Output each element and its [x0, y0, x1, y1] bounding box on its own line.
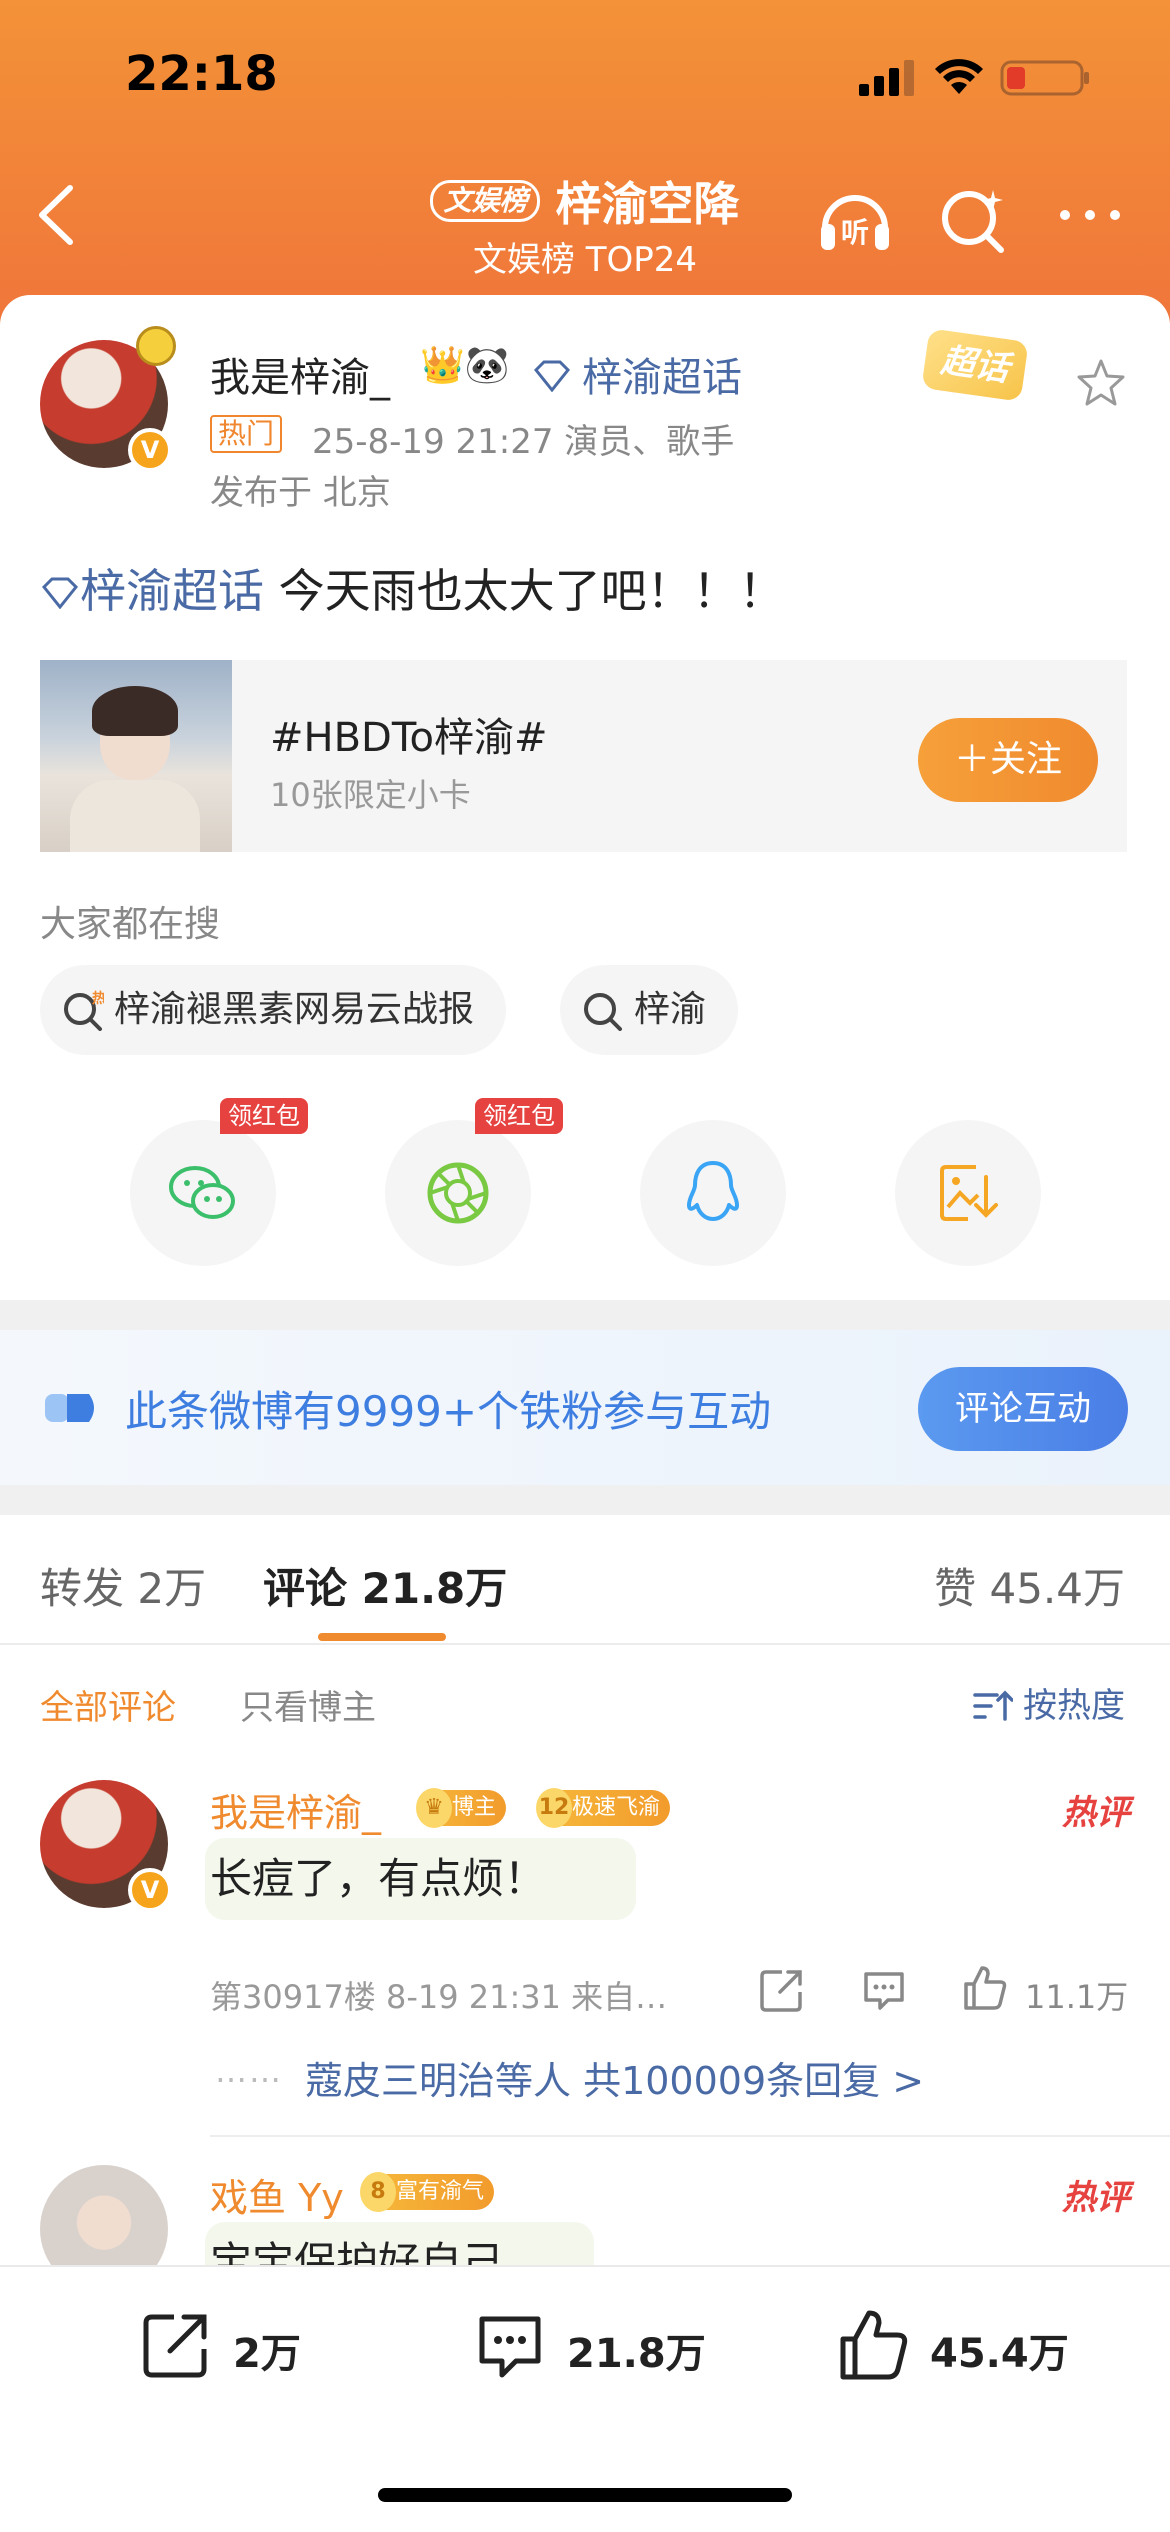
post-tabs: 转发 2万 评论 21.8万 赞 45.4万 — [0, 1515, 1170, 1645]
wifi-icon — [935, 59, 983, 94]
comment-text: 长痘了，有点烦！ — [210, 1854, 547, 1903]
search-chip-1[interactable]: 热 梓渝褪黑素网易云战报 — [40, 965, 507, 1055]
search-icon — [584, 993, 622, 1031]
hot-tag: 热门 — [210, 415, 283, 453]
listen-headphones-icon[interactable]: 听 — [815, 180, 895, 260]
header: 22:18 文娱榜 梓渝空降 文娱榜 TOP24 听 — [0, 0, 1170, 330]
search-chip-label: 梓渝 — [634, 989, 707, 1030]
sort-label: 按热度 — [1023, 1686, 1125, 1726]
topic-card[interactable]: #HBDTo梓渝# 10张限定小卡 ＋关注 — [40, 660, 1127, 852]
search-icon[interactable] — [935, 182, 1011, 258]
section-divider — [0, 1300, 1170, 1330]
tab-comment[interactable]: 评论 21.8万 — [263, 1555, 507, 1616]
reply-icon[interactable] — [860, 1966, 908, 2014]
avatar-pendant-icon — [136, 326, 176, 366]
save-image-button[interactable] — [895, 1120, 1041, 1266]
like-icon[interactable] — [960, 1964, 1008, 2012]
comment-avatar[interactable]: V — [40, 1780, 172, 1912]
repost-count: 2万 — [233, 2331, 301, 2377]
red-packet-tag: 领红包 — [475, 1098, 563, 1134]
topic-thumbnail — [40, 660, 232, 852]
fans-banner-text: 此条微博有9999+个铁粉参与互动 — [125, 1387, 772, 1436]
comment-interact-button[interactable]: 评论互动 — [918, 1367, 1128, 1451]
follow-button[interactable]: ＋关注 — [918, 718, 1098, 802]
qq-icon — [687, 1161, 739, 1221]
battery-low-icon — [1000, 60, 1089, 96]
tab-repost[interactable]: 转发 2万 — [40, 1555, 206, 1616]
comment-meta: 第30917楼 8-19 21:31 来自… — [210, 1978, 668, 2016]
svg-text:听: 听 — [841, 216, 869, 249]
search-chip-label: 梓渝褪黑素网易云战报 — [114, 989, 475, 1030]
share-wechat-button[interactable]: 领红包 — [130, 1098, 308, 1266]
fan-level-badge: 12 极速飞渝 — [536, 1788, 671, 1828]
trending-search-label: 大家都在搜 — [40, 904, 221, 945]
supertopic-link[interactable]: 梓渝超话 — [582, 345, 742, 403]
fan-level-badge: 8 富有渝气 — [360, 2172, 495, 2212]
fans-interaction-banner[interactable]: 此条微博有9999+个铁粉参与互动 评论互动 — [0, 1330, 1170, 1485]
comment-divider — [210, 2135, 1170, 2137]
post-location: 发布于 北京 — [210, 473, 391, 513]
share-moments-button[interactable]: 领红包 — [385, 1098, 563, 1266]
diamond-icon — [41, 577, 79, 609]
hot-comment-tag: 热评 — [1062, 1793, 1130, 1833]
post-meta: 25-8-19 21:27 演员、歌手 — [312, 422, 735, 462]
back-arrow-icon[interactable] — [30, 180, 80, 250]
filter-author-only[interactable]: 只看博主 — [240, 1680, 376, 1729]
topic-title: #HBDTo梓渝# — [270, 715, 548, 761]
hot-comment-tag: 热评 — [1062, 2178, 1130, 2218]
more-icon[interactable] — [1055, 200, 1125, 230]
favorite-star-icon[interactable] — [1075, 357, 1127, 409]
search-chip-2[interactable]: 梓渝 — [560, 965, 739, 1055]
post-text: 梓渝超话 今天雨也太大了吧！！！ — [40, 555, 785, 621]
active-tab-indicator — [318, 1633, 446, 1641]
comment-author[interactable]: 我是梓渝_ — [210, 1782, 381, 1837]
status-time: 22:18 — [125, 46, 278, 102]
svg-text:热: 热 — [92, 990, 104, 1007]
comment-like-count: 11.1万 — [1025, 1978, 1129, 2016]
nav-title: 梓渝空降 — [555, 177, 740, 231]
diamond-icon — [533, 360, 571, 392]
comment-icon — [479, 2316, 541, 2378]
author-name[interactable]: 我是梓渝_ — [210, 345, 390, 403]
save-image-icon — [940, 1165, 998, 1221]
moments-icon — [427, 1162, 489, 1224]
verified-badge-icon: V — [128, 428, 172, 472]
sort-icon — [973, 1690, 1013, 1721]
sort-by-hot[interactable]: 按热度 — [973, 1678, 1125, 1727]
ranking-badge: 文娱榜 — [430, 180, 541, 222]
post-topic-link[interactable]: 梓渝超话 — [80, 564, 264, 618]
replies-dots: …… — [215, 2052, 283, 2090]
view-replies-link[interactable]: 蔻皮三明治等人 共100009条回复 > — [305, 2050, 924, 2105]
section-divider — [0, 1485, 1170, 1515]
cellular-signal-icon — [859, 60, 914, 96]
red-packet-tag: 领红包 — [220, 1098, 308, 1134]
hot-search-icon: 热 — [64, 990, 104, 1031]
nav-subtitle[interactable]: 文娱榜 TOP24 — [420, 232, 750, 281]
author-badge: ♛ 博主 — [416, 1788, 507, 1828]
like-count: 45.4万 — [930, 2331, 1069, 2377]
weibo-post-page: 22:18 文娱榜 梓渝空降 文娱榜 TOP24 听 V 我是梓渝_ 👑🐼 梓渝… — [0, 0, 1170, 2532]
nav-bar: 文娱榜 梓渝空降 文娱榜 TOP24 听 — [0, 160, 1170, 280]
wechat-icon — [169, 1166, 235, 1219]
like-icon — [840, 2310, 908, 2380]
fans-arrow-icon — [45, 1394, 94, 1422]
comment-count: 21.8万 — [567, 2331, 706, 2377]
author-emoji-badges: 👑🐼 — [420, 345, 510, 386]
repost-icon — [143, 2314, 207, 2378]
home-indicator — [378, 2488, 792, 2502]
share-qq-button[interactable] — [640, 1120, 786, 1266]
status-bar: 22:18 — [0, 40, 1170, 110]
verified-badge-icon: V — [128, 1868, 172, 1912]
comment-bubble: 长痘了，有点烦！ — [205, 1838, 637, 1920]
comment-author[interactable]: 戏鱼 Yy — [210, 2167, 344, 2222]
tab-like[interactable]: 赞 45.4万 — [934, 1555, 1125, 1616]
nav-title-group: 文娱榜 梓渝空降 文娱榜 TOP24 — [420, 168, 750, 280]
filter-all-comments[interactable]: 全部评论 — [40, 1680, 176, 1729]
topic-subtitle: 10张限定小卡 — [270, 776, 471, 814]
share-icon[interactable] — [758, 1966, 806, 2014]
crown-icon: ♛ — [416, 1788, 452, 1828]
author-avatar[interactable]: V — [40, 326, 176, 472]
post-body: 今天雨也太大了吧！！！ — [264, 564, 785, 618]
